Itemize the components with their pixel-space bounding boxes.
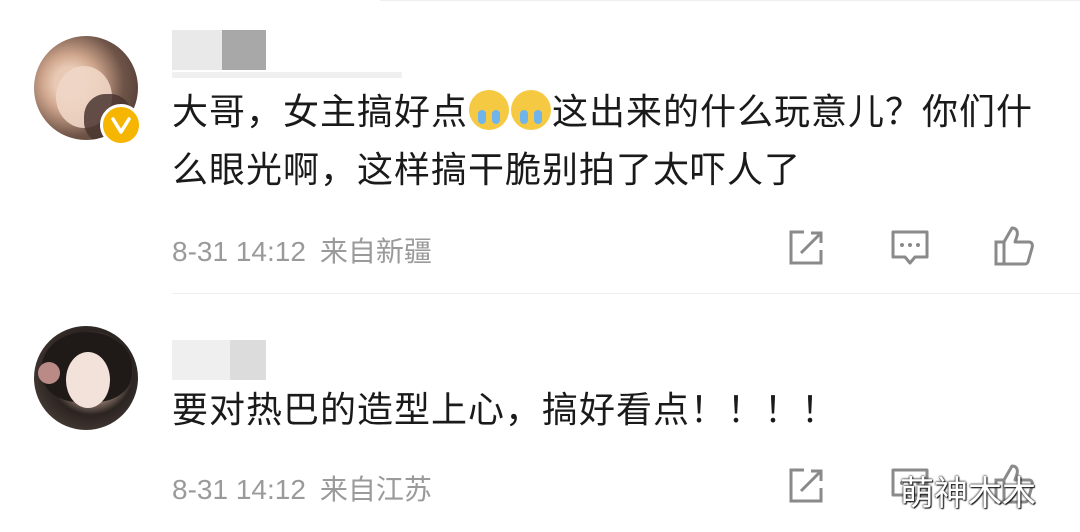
share-icon <box>789 468 823 503</box>
comment-time: 8-31 14:12 <box>172 236 306 267</box>
watermark: 萌神木木 <box>900 474 1036 514</box>
comment-meta: 8-31 14:12 来自江苏 <box>172 468 432 508</box>
comment-icon <box>891 230 929 265</box>
username-masked[interactable] <box>172 340 266 380</box>
comment-item-1: 大哥，女主搞好点 这出来的什么玩意儿？你们什么眼光啊，这样搞干脆别拍了太吓人了 8… <box>0 0 1080 294</box>
comment-text: 大哥，女主搞好点 这出来的什么玩意儿？你们什么眼光啊，这样搞干脆别拍了太吓人了 <box>172 84 1052 200</box>
share-button[interactable] <box>784 464 828 508</box>
verified-badge-icon <box>100 104 142 146</box>
comment-text-part1: 大哥，女主搞好点 <box>172 92 469 133</box>
comment-location: 来自新疆 <box>319 236 432 267</box>
comment-button[interactable] <box>888 226 932 270</box>
like-icon <box>994 226 1034 266</box>
crying-face-emoji-icon <box>469 90 510 130</box>
comment-meta: 8-31 14:12 来自新疆 <box>172 230 432 270</box>
comment-location: 来自江苏 <box>319 474 432 505</box>
crying-face-emoji-icon <box>511 90 552 130</box>
share-icon <box>789 230 823 265</box>
share-button[interactable] <box>784 226 828 270</box>
comment-time: 8-31 14:12 <box>172 474 306 505</box>
like-button[interactable] <box>992 224 1036 268</box>
avatar[interactable] <box>34 326 138 430</box>
username-masked[interactable] <box>172 30 266 70</box>
username-mask-strip <box>172 72 402 78</box>
comment-text: 要对热巴的造型上心，搞好看点！！！！ <box>172 390 839 431</box>
